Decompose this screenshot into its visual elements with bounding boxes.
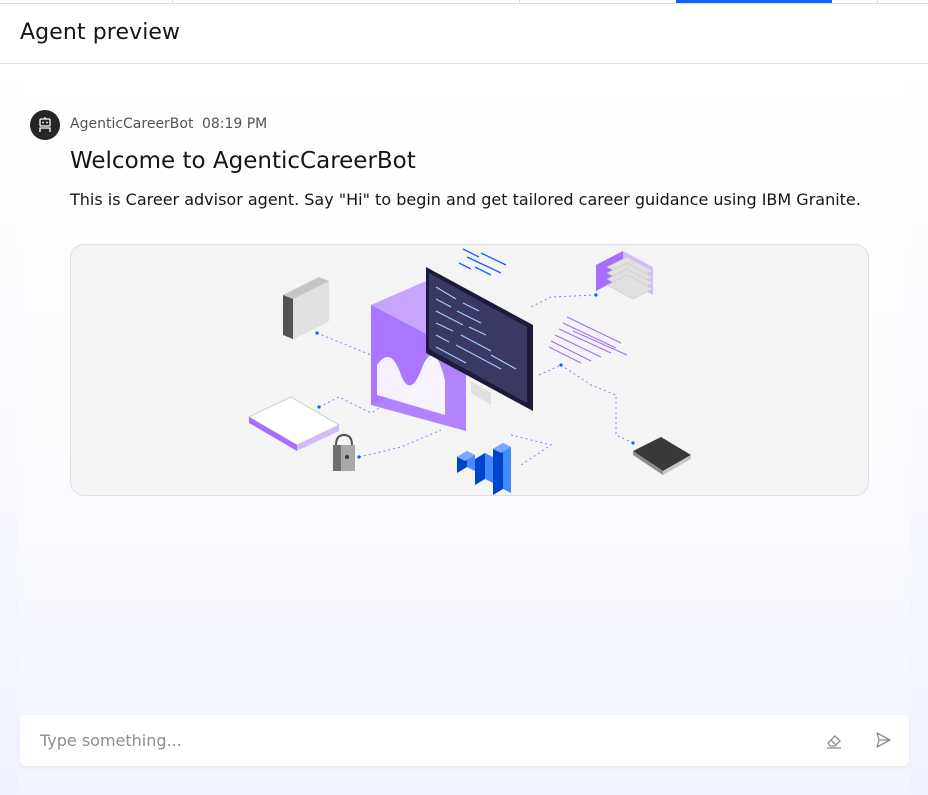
send-icon — [876, 732, 891, 748]
bot-avatar — [30, 110, 60, 140]
welcome-body: This is Career advisor agent. Say "Hi" t… — [70, 190, 861, 209]
message-timestamp: 08:19 PM — [201, 116, 268, 132]
clear-button[interactable] — [823, 729, 845, 751]
document-lines-icon — [548, 316, 628, 364]
monitor-panel — [371, 267, 533, 431]
robot-icon — [39, 117, 51, 132]
tablet-icon — [633, 437, 691, 475]
message-composer — [20, 715, 909, 766]
folder-icon — [283, 277, 329, 339]
welcome-title: Welcome to AgenticCareerBot — [70, 148, 416, 174]
page-title: Agent preview — [20, 20, 181, 45]
eraser-icon — [827, 735, 841, 749]
message-author: AgenticCareerBot — [70, 116, 194, 132]
lock-icon — [333, 433, 355, 471]
bar-chart-icon — [457, 443, 511, 495]
panel-header: Agent preview — [0, 4, 928, 64]
server-stack-icon — [596, 251, 654, 300]
send-button[interactable] — [872, 729, 894, 751]
book-icon — [248, 396, 340, 451]
message-input[interactable] — [20, 715, 800, 766]
active-tab-indicator[interactable] — [676, 0, 832, 3]
isometric-data-illustration — [248, 248, 691, 495]
message-meta: AgenticCareerBot 08:19 PM — [70, 116, 267, 132]
code-lines-icon — [458, 248, 507, 276]
welcome-illustration — [70, 244, 869, 496]
